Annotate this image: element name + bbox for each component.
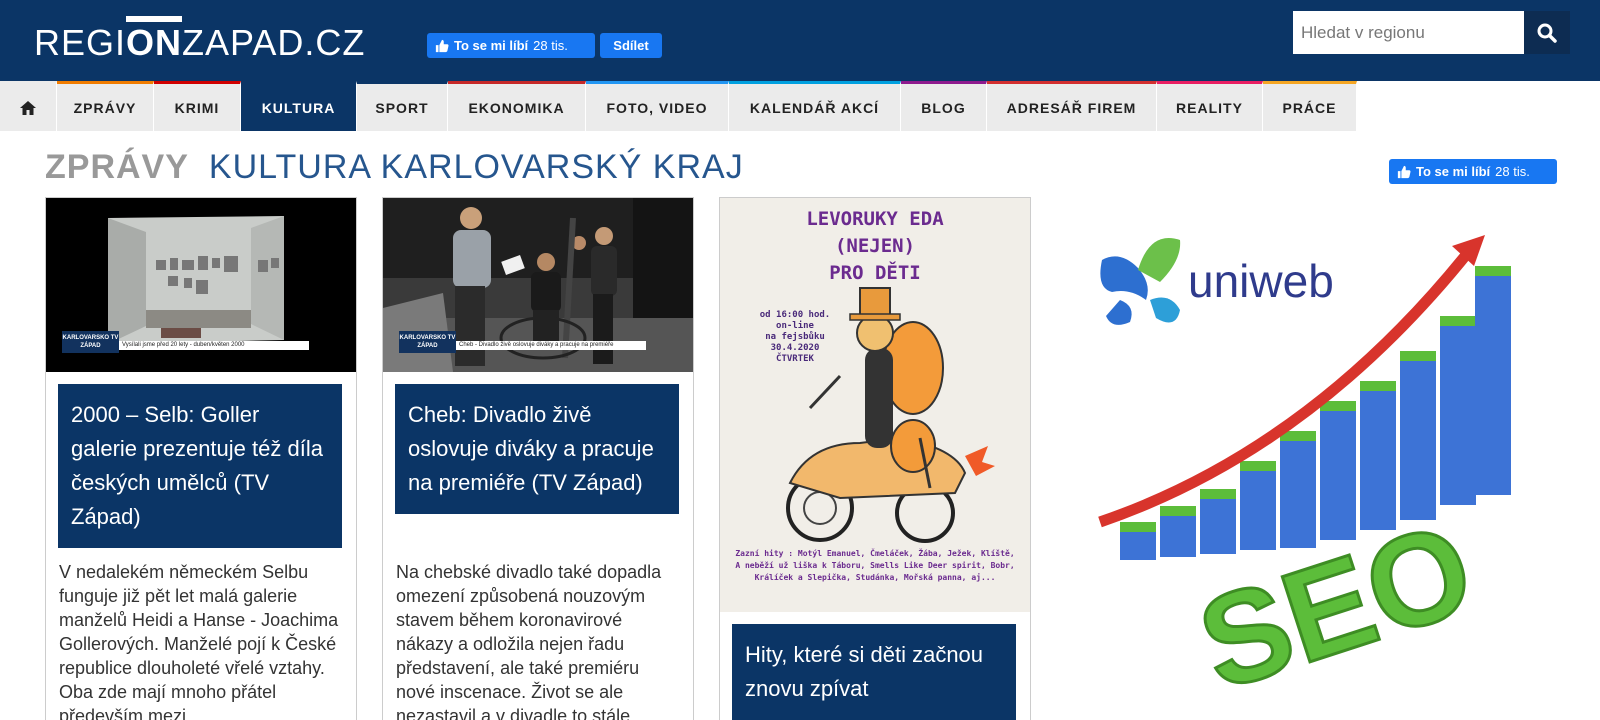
uniweb-seo-ad: uniweb SEO (1098, 235, 1511, 719)
article-image[interactable]: LEVORUKY EDA (NEJEN) PRO DĚTI od 16:00 h… (720, 198, 1030, 612)
site-logo[interactable]: REGIONZAPAD.CZ (34, 16, 365, 64)
article-title[interactable]: Hity, které si děti začnou znovu zpívat (732, 624, 1016, 720)
home-icon (20, 100, 36, 115)
article-title[interactable]: Cheb: Divadlo živě oslovuje diváky a pra… (395, 384, 679, 514)
facebook-like-button[interactable]: To se mi líbí 28 tis. (427, 33, 595, 58)
section-name: KULTURA KARLOVARSKÝ KRAJ (208, 148, 744, 186)
video-caption: Vysílali jsme před 20 lety - duben/květe… (119, 341, 309, 350)
main-nav: ZPRÁVY KRIMI KULTURA SPORT EKONOMIKA FOT… (0, 81, 1600, 131)
search-icon (1537, 23, 1557, 43)
nav-item-kalendar-akci[interactable]: KALENDÁŘ AKCÍ (729, 81, 901, 131)
article-title[interactable]: 2000 – Selb: Goller galerie prezentuje t… (58, 384, 342, 548)
facebook-like-button-secondary[interactable]: To se mi líbí 28 tis. (1389, 159, 1557, 184)
article-image[interactable]: KARLOVARSKO TV ZÁPAD Cheb - Divadlo živě… (383, 198, 693, 372)
poster-footer: Zazní hity : Motýl Emanuel, Čmeláček, Žá… (735, 549, 1015, 582)
nav-item-blog[interactable]: BLOG (901, 81, 987, 131)
search-button[interactable] (1524, 11, 1570, 54)
nav-item-reality[interactable]: REALITY (1157, 81, 1263, 131)
like-count: 28 tis. (533, 38, 568, 53)
nav-item-zpravy[interactable]: ZPRÁVY (57, 81, 154, 131)
nav-item-sport[interactable]: SPORT (357, 81, 448, 131)
site-header: REGIONZAPAD.CZ To se mi líbí 28 tis. Sdí… (0, 0, 1600, 81)
thumbs-up-icon (435, 39, 449, 52)
like-label: To se mi líbí (454, 38, 529, 53)
nav-item-foto-video[interactable]: FOTO, VIDEO (586, 81, 729, 131)
nav-item-kultura[interactable]: KULTURA (241, 81, 357, 131)
section-prefix[interactable]: ZPRÁVY (45, 148, 189, 186)
tv-zapad-badge: KARLOVARSKO TV ZÁPAD (399, 331, 456, 353)
nav-item-prace[interactable]: PRÁCE (1263, 81, 1357, 131)
uniweb-logo-icon (1100, 238, 1181, 325)
nav-home[interactable] (0, 81, 57, 131)
uniweb-wordmark: uniweb (1188, 255, 1334, 307)
article-perex: V nedalekém německém Selbu funguje již p… (59, 562, 339, 720)
article-card[interactable]: KARLOVARSKO TV ZÁPAD Cheb - Divadlo živě… (382, 197, 694, 720)
nav-item-ekonomika[interactable]: EKONOMIKA (448, 81, 586, 131)
poster-info: od 16:00 hod. on-line na fejsbůku 30.4.2… (759, 310, 831, 364)
tv-zapad-badge: KARLOVARSKO TV ZÁPAD (62, 331, 119, 353)
thumbs-up-icon (1397, 165, 1411, 178)
article-card[interactable]: KARLOVARSKO TV ZÁPAD Vysílali jsme před … (45, 197, 357, 720)
page-title: ZPRÁVY KULTURA KARLOVARSKÝ KRAJ (45, 148, 744, 187)
like-label: To se mi líbí (1416, 164, 1491, 179)
video-caption: Cheb - Divadlo živě oslovuje diváky a pr… (456, 341, 646, 350)
article-perex: Na chebské divadlo také dopadla omezení … (396, 562, 662, 720)
search-input[interactable] (1293, 11, 1524, 54)
like-count: 28 tis. (1495, 164, 1530, 179)
nav-item-krimi[interactable]: KRIMI (154, 81, 241, 131)
article-image[interactable]: KARLOVARSKO TV ZÁPAD Vysílali jsme před … (46, 198, 356, 372)
article-card[interactable]: LEVORUKY EDA (NEJEN) PRO DĚTI od 16:00 h… (719, 197, 1031, 720)
poster-headline: LEVORUKY EDA (NEJEN) PRO DĚTI (806, 208, 944, 284)
nav-item-adresar-firem[interactable]: ADRESÁŘ FIREM (987, 81, 1157, 131)
facebook-share-button[interactable]: Sdílet (600, 33, 662, 58)
advertisement-banner[interactable]: uniweb SEO (1090, 230, 1600, 720)
